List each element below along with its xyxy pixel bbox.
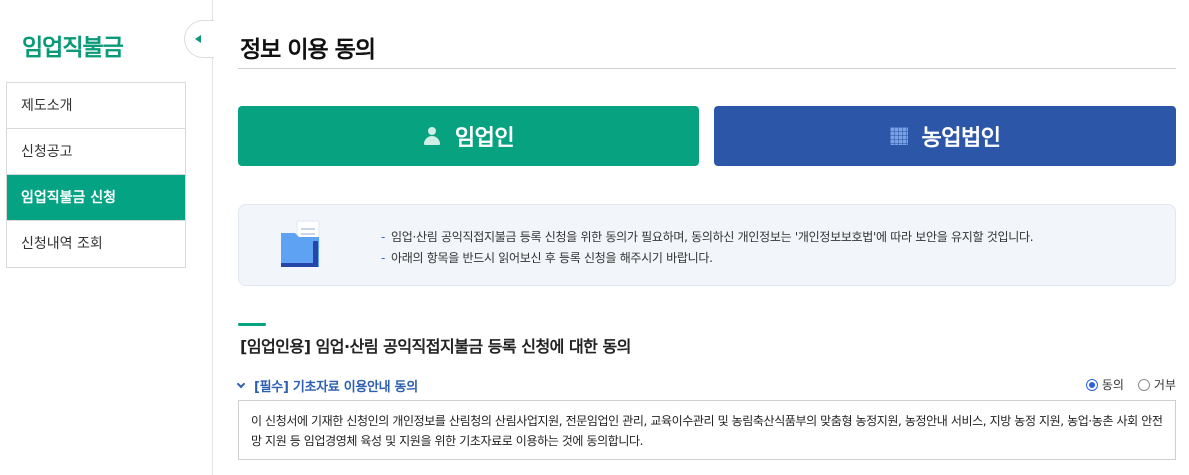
disagree-label: 거부	[1153, 378, 1176, 392]
page-title: 정보 이용 동의	[240, 37, 376, 63]
consent-radio-group: 동의 거부	[1085, 376, 1176, 393]
consent-text: 이 신청서에 기재한 신청인의 개인정보를 산림청의 산림사업지원, 전문임업인…	[251, 414, 1163, 448]
agri-corporation-button-label: 농업법인	[921, 126, 1001, 151]
section-accent-bar	[238, 323, 266, 326]
sidebar-item-announcement[interactable]: 신청공고	[7, 129, 185, 175]
forester-button[interactable]: 임업인	[238, 106, 699, 166]
chevron-down-icon	[236, 379, 246, 389]
sidebar-item-apply[interactable]: 임업직불금 신청	[7, 175, 185, 221]
title-divider	[238, 68, 1176, 69]
consent-title: [필수] 기초자료 이용안내 동의	[254, 380, 418, 395]
disagree-radio-dot[interactable]	[1137, 378, 1150, 391]
agree-radio-dot[interactable]	[1085, 378, 1098, 391]
main-content: 정보 이용 동의 임업인 농업법인 - 임업·산림 공익직접지불금 등록 신청을 …	[236, 0, 1176, 475]
folder-document-icon	[281, 220, 320, 267]
sidebar-title: 임업직불금	[22, 35, 124, 61]
sidebar-collapse-button[interactable]	[184, 20, 214, 58]
disagree-radio[interactable]: 거부	[1137, 376, 1176, 393]
agree-radio[interactable]: 동의	[1085, 376, 1124, 393]
chevron-left-icon	[195, 35, 201, 43]
notice-line: - 아래의 항목을 반드시 읽어보신 후 등록 신청을 해주시기 바랍니다.	[381, 251, 713, 265]
sidebar-menu: 제도소개 신청공고 임업직불금 신청 신청내역 조회	[6, 82, 186, 268]
notice-box: - 임업·산림 공익직접지불금 등록 신청을 위한 동의가 필요하며, 동의하신 …	[238, 204, 1176, 286]
sidebar-item-history[interactable]: 신청내역 조회	[7, 221, 185, 267]
section-title: [임업인용] 임업·산림 공익직접지불금 등록 신청에 대한 동의	[240, 337, 631, 356]
sidebar-item-intro[interactable]: 제도소개	[7, 83, 185, 129]
agree-label: 동의	[1101, 378, 1124, 392]
notice-line: - 임업·산림 공익직접지불금 등록 신청을 위한 동의가 필요하며, 동의하신 …	[381, 230, 1034, 244]
consent-header: [필수] 기초자료 이용안내 동의 동의 거부	[236, 376, 1176, 395]
person-icon	[423, 127, 441, 145]
consent-text-box: 이 신청서에 기재한 신청인의 개인정보를 산림청의 산림사업지원, 전문임업인…	[238, 400, 1176, 460]
building-icon	[889, 127, 908, 145]
forester-button-label: 임업인	[454, 126, 515, 151]
agri-corporation-button[interactable]: 농업법인	[714, 106, 1176, 166]
sidebar: 임업직불금 제도소개 신청공고 임업직불금 신청 신청내역 조회	[0, 0, 214, 475]
